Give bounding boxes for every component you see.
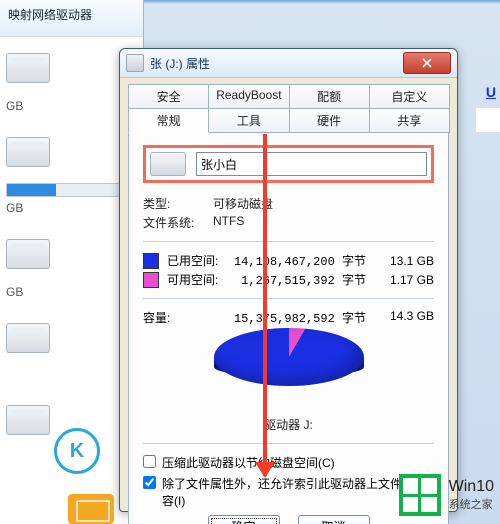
- titlebar[interactable]: 张 (J:) 属性: [120, 49, 457, 78]
- used-bytes: 14,108,467,200 字节: [229, 252, 376, 269]
- used-label: 已用空间:: [167, 252, 229, 269]
- tab-quota[interactable]: 配额: [289, 84, 370, 109]
- capacity-label: 容量:: [143, 309, 227, 326]
- properties-dialog: 张 (J:) 属性 安全 ReadyBoost 配额 自定义 常规 工具 硬件 …: [119, 48, 458, 512]
- ok-button[interactable]: 确定: [208, 515, 280, 524]
- drive-letter-label: 驱动器 J:: [143, 416, 434, 433]
- close-icon: [422, 58, 432, 68]
- annotation-arrow: [263, 134, 267, 476]
- hdd-icon: [6, 137, 50, 167]
- tab-hardware[interactable]: 硬件: [289, 109, 370, 133]
- drive-icon: [126, 54, 144, 72]
- watermark-subtitle: 系统之家: [449, 496, 494, 512]
- free-size: 1.17 GB: [376, 273, 434, 287]
- partial-button[interactable]: [476, 108, 500, 132]
- dialog-title: 张 (J:) 属性: [150, 55, 210, 72]
- tab-general[interactable]: 常规: [128, 109, 209, 133]
- hdd-icon: [6, 405, 50, 435]
- fs-value: NTFS: [213, 214, 244, 231]
- windows-logo-icon: [399, 474, 441, 516]
- divider: [143, 241, 434, 242]
- usage-pie-chart: [214, 328, 364, 402]
- drive-size-label: GB: [6, 285, 23, 299]
- hdd-icon: [6, 323, 50, 353]
- index-checkbox-row[interactable]: 除了文件属性外，还允许索引此驱动器上文件的内容(I): [143, 475, 434, 509]
- hdd-icon: [6, 53, 50, 83]
- divider: [143, 443, 434, 444]
- used-size: 13.1 GB: [376, 254, 434, 268]
- drive-size-label: GB: [6, 201, 23, 215]
- compress-checkbox[interactable]: [143, 455, 156, 468]
- cancel-button[interactable]: 取消: [298, 515, 370, 524]
- free-color-swatch: [143, 272, 159, 288]
- free-bytes: 1,267,515,392 字节: [229, 271, 376, 288]
- compress-checkbox-row[interactable]: 压缩此驱动器以节约磁盘空间(C): [143, 454, 434, 471]
- free-label: 可用空间:: [167, 271, 229, 288]
- explorer-toolbar-label[interactable]: 映射网络驱动器: [0, 0, 143, 37]
- used-color-swatch: [143, 253, 159, 269]
- index-label: 除了文件属性外，还允许索引此驱动器上文件的内容(I): [162, 475, 434, 509]
- folder-icon[interactable]: [68, 494, 114, 524]
- volume-name-row: [143, 145, 434, 183]
- fs-label: 文件系统:: [143, 214, 213, 231]
- capacity-bytes: 15,375,982,592 字节: [227, 309, 376, 326]
- hdd-icon: [6, 239, 50, 269]
- tab-customize[interactable]: 自定义: [369, 84, 450, 109]
- general-panel: 类型:可移动磁盘 文件系统:NTFS 已用空间: 14,108,467,200 …: [128, 133, 449, 524]
- tab-sharing[interactable]: 共享: [369, 109, 450, 133]
- disk-icon: [150, 152, 186, 176]
- divider: [143, 298, 434, 299]
- close-button[interactable]: [403, 52, 451, 74]
- type-label: 类型:: [143, 195, 213, 212]
- index-checkbox[interactable]: [143, 476, 156, 489]
- drive-size-label: GB: [6, 99, 23, 113]
- volume-name-input[interactable]: [196, 152, 427, 176]
- k-badge-icon[interactable]: K: [54, 428, 100, 474]
- tab-security[interactable]: 安全: [128, 84, 209, 109]
- tab-tools[interactable]: 工具: [208, 109, 289, 133]
- capacity-size: 14.3 GB: [376, 309, 434, 326]
- drive-usage-bar: [6, 183, 137, 197]
- right-link[interactable]: U: [486, 84, 496, 100]
- tabs: 安全 ReadyBoost 配额 自定义 常规 工具 硬件 共享: [128, 84, 449, 133]
- watermark: Win10 系统之家: [399, 474, 494, 516]
- compress-label: 压缩此驱动器以节约磁盘空间(C): [162, 454, 335, 471]
- watermark-title: Win10: [449, 478, 494, 496]
- tab-readyboost[interactable]: ReadyBoost: [208, 84, 289, 109]
